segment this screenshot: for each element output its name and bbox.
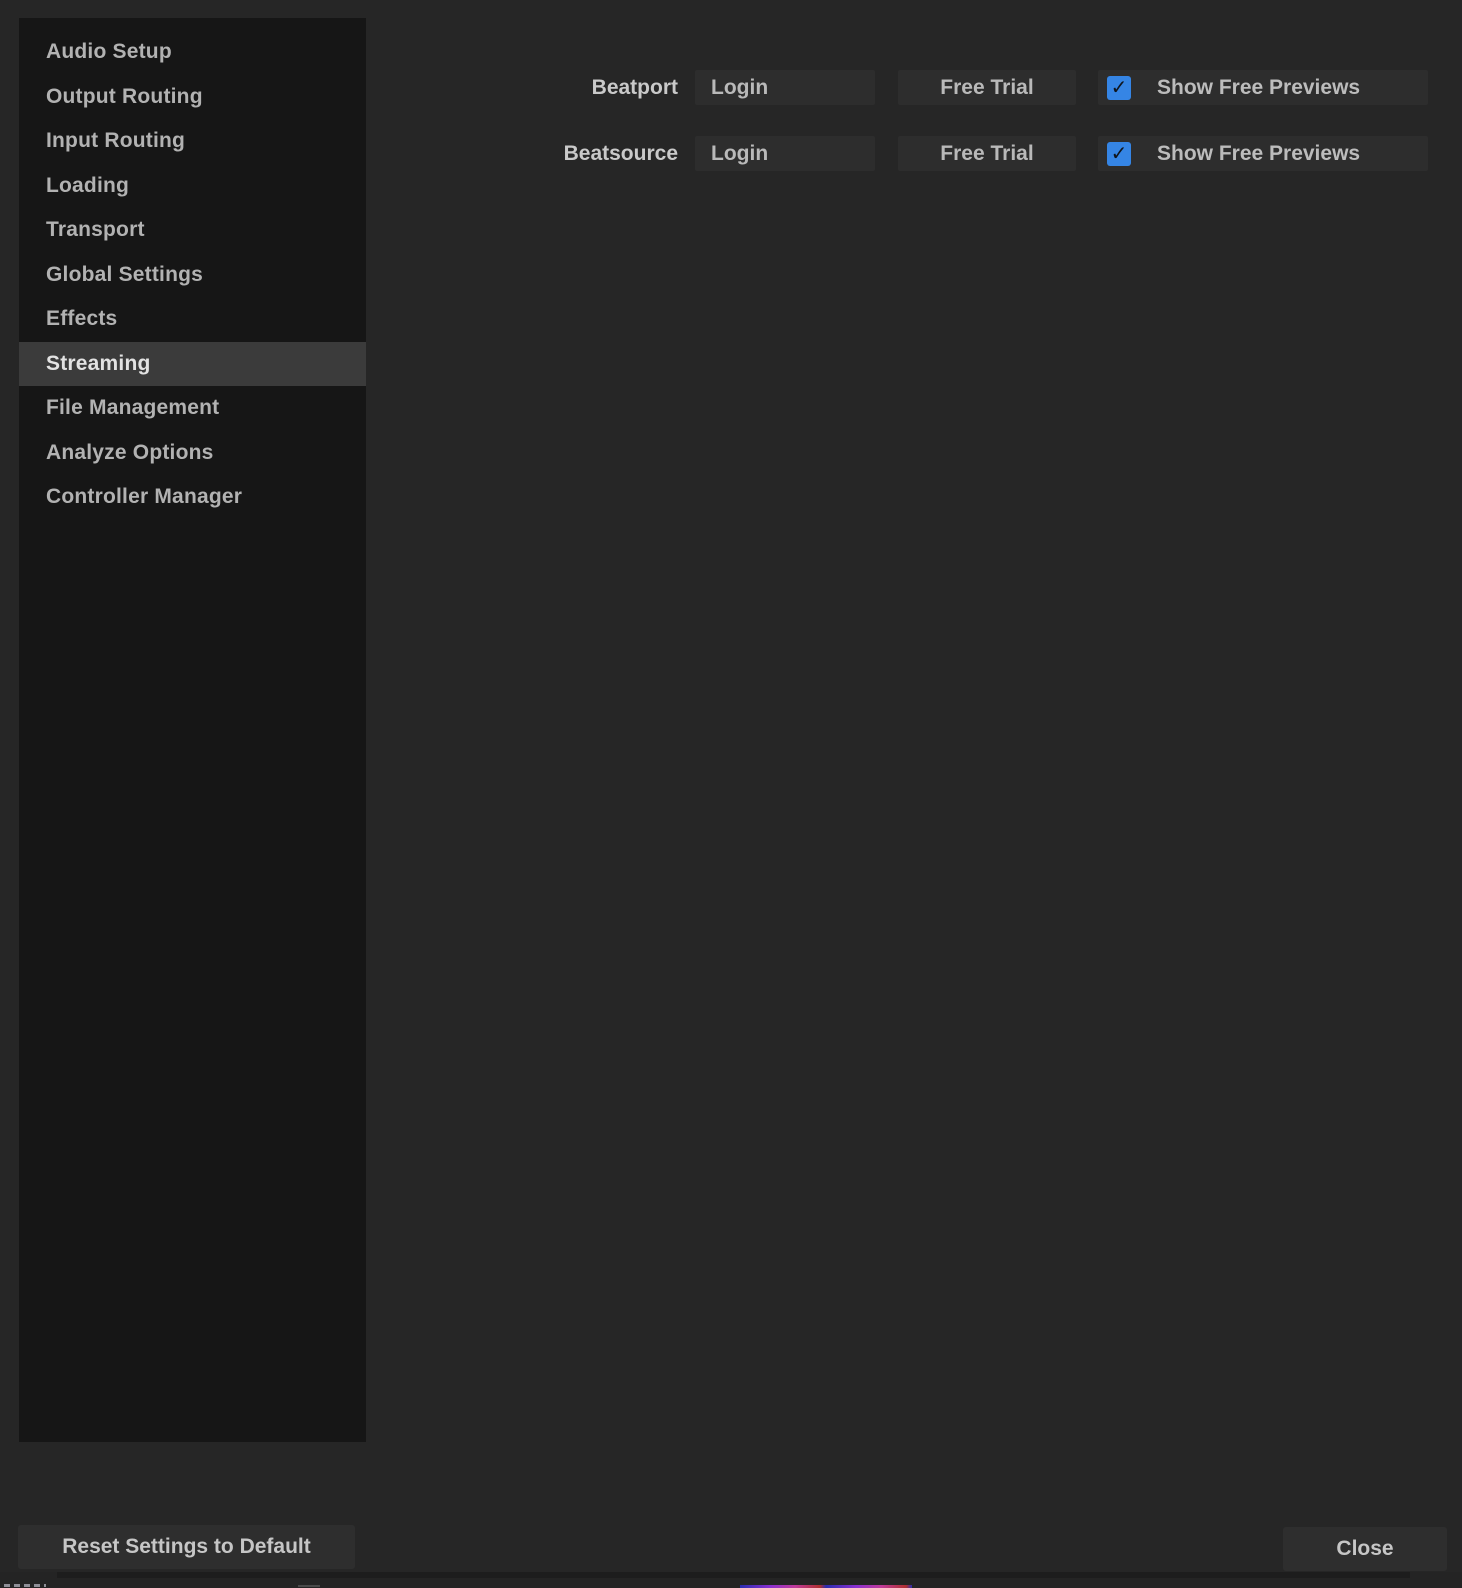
beatport-free-trial-button[interactable]: Free Trial (898, 70, 1076, 105)
sidebar-item-loading[interactable]: Loading (19, 164, 366, 209)
sidebar-item-global-settings[interactable]: Global Settings (19, 253, 366, 298)
beatsource-show-free-previews-group: ✓ Show Free Previews (1098, 136, 1428, 171)
beatport-show-free-previews-checkbox[interactable]: ✓ (1107, 75, 1131, 100)
sidebar-item-streaming[interactable]: Streaming (19, 341, 366, 386)
beatsource-show-free-previews-checkbox[interactable]: ✓ (1107, 141, 1131, 166)
settings-dialog: Audio Setup Output Routing Input Routing… (0, 0, 1462, 1588)
beatport-label: Beatport (591, 76, 678, 99)
checkmark-icon: ✓ (1110, 77, 1128, 99)
beatport-login-button[interactable]: Login (695, 70, 875, 105)
beatsource-login-button[interactable]: Login (695, 136, 875, 171)
underlying-dark-band (57, 1572, 1410, 1578)
beatport-show-free-previews-label: Show Free Previews (1157, 75, 1361, 99)
sidebar-item-output-routing[interactable]: Output Routing (19, 75, 366, 120)
beatsource-label: Beatsource (563, 142, 678, 165)
underlying-window-strip (0, 1572, 1462, 1588)
beatport-show-free-previews-group: ✓ Show Free Previews (1098, 70, 1428, 105)
reset-settings-button[interactable]: Reset Settings to Default (18, 1525, 355, 1569)
beatsource-free-trial-button[interactable]: Free Trial (898, 136, 1076, 171)
sidebar-item-file-management[interactable]: File Management (19, 386, 366, 431)
sidebar-item-transport[interactable]: Transport (19, 208, 366, 253)
sidebar-item-controller-manager[interactable]: Controller Manager (19, 475, 366, 520)
checkmark-icon: ✓ (1110, 143, 1128, 165)
settings-sidebar: Audio Setup Output Routing Input Routing… (19, 18, 366, 1442)
sidebar-item-analyze-options[interactable]: Analyze Options (19, 431, 366, 476)
sidebar-item-input-routing[interactable]: Input Routing (19, 119, 366, 164)
sidebar-item-audio-setup[interactable]: Audio Setup (19, 30, 366, 75)
clipped-text-fragment (298, 1585, 320, 1587)
sidebar-item-effects[interactable]: Effects (19, 297, 366, 342)
clipped-text-fragment (4, 1584, 46, 1587)
close-button[interactable]: Close (1283, 1527, 1447, 1571)
beatsource-show-free-previews-label: Show Free Previews (1157, 141, 1361, 165)
